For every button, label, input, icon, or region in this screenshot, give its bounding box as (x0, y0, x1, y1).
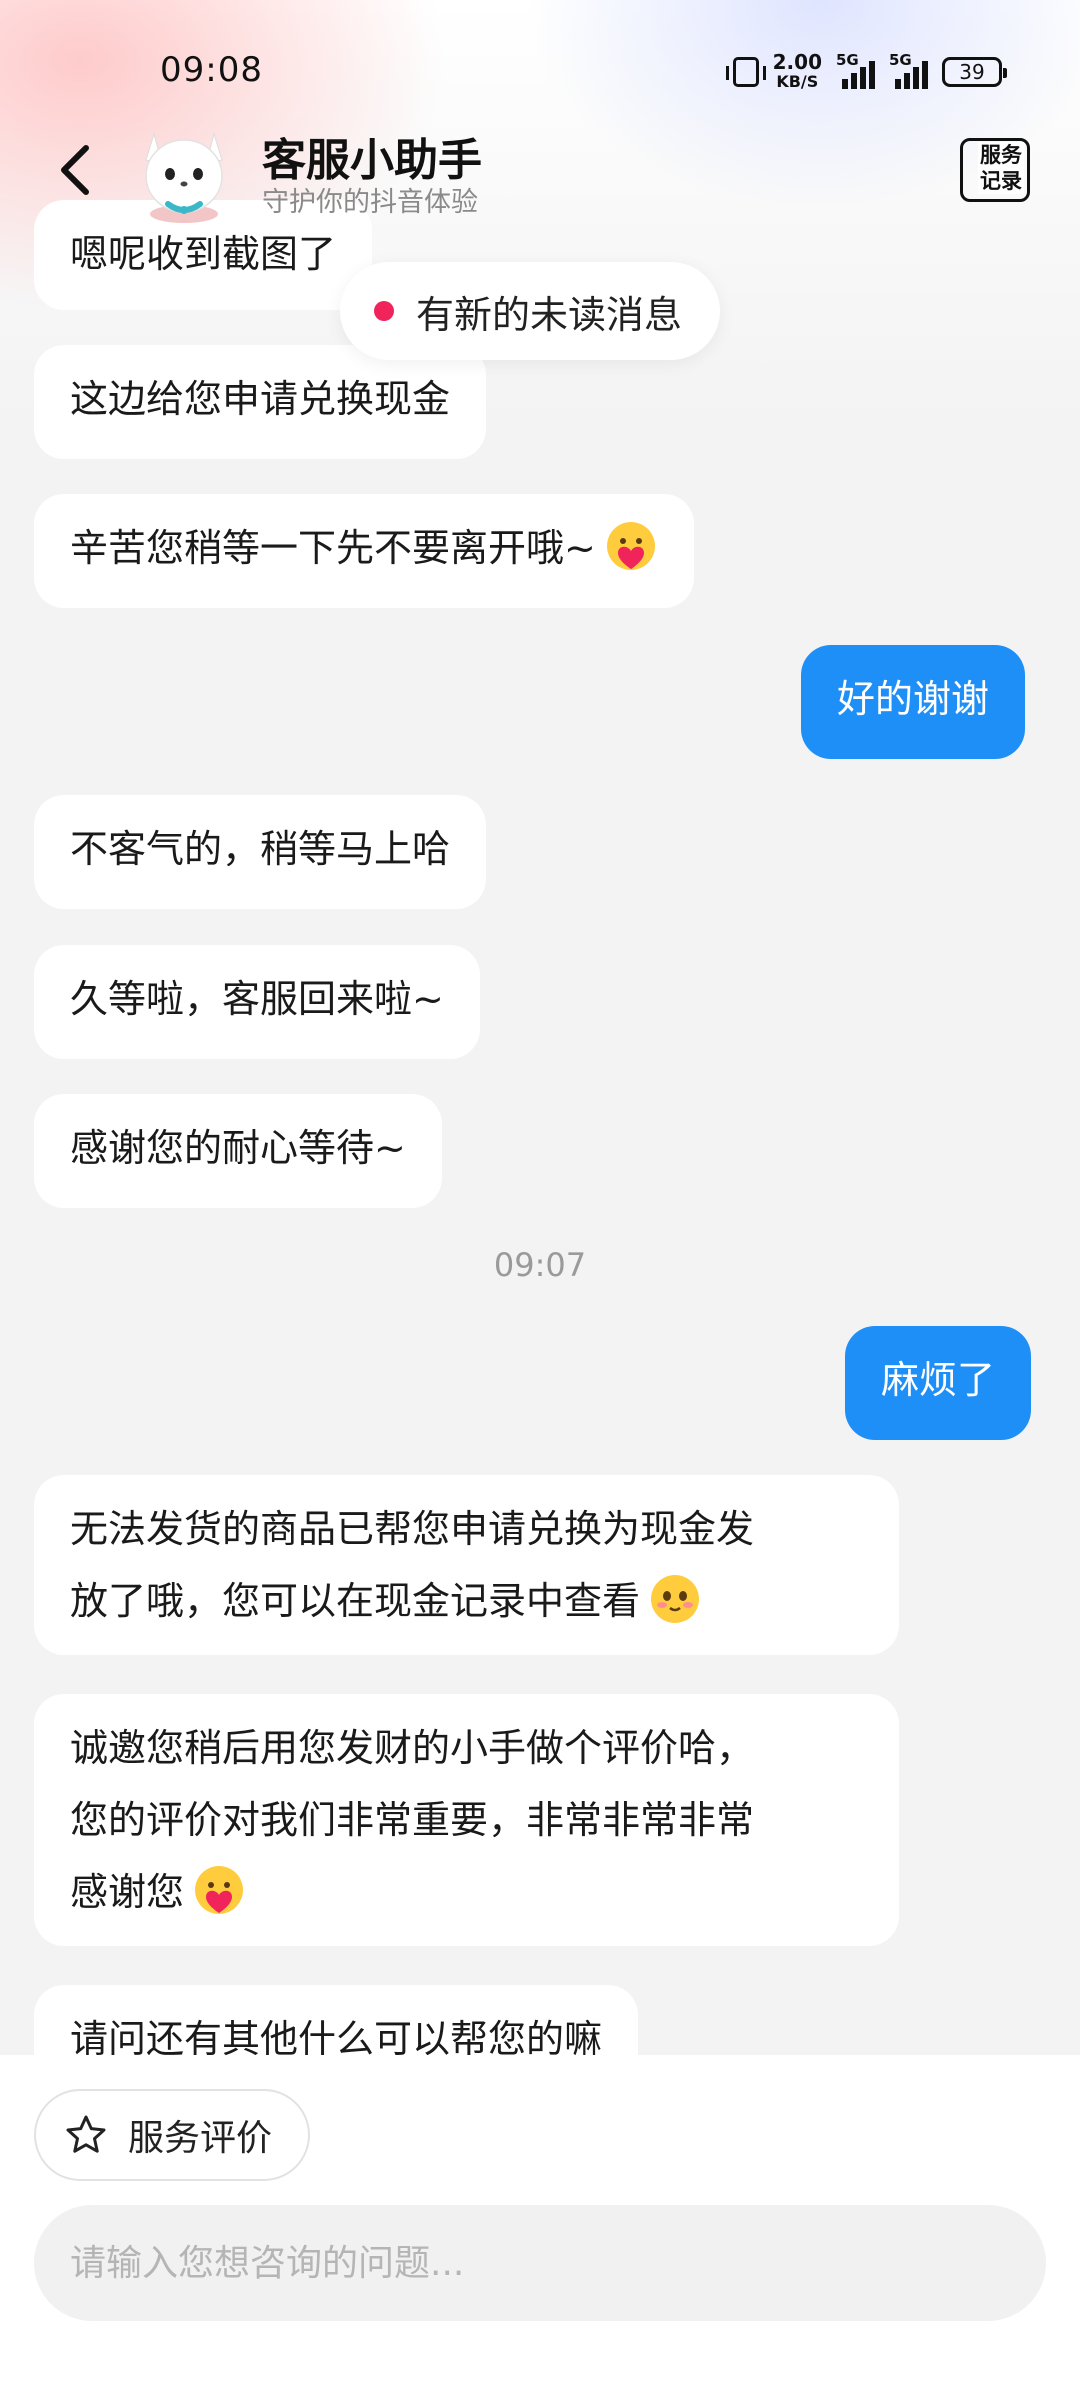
message-text-line: 诚邀您稍后用您发财的小手做个评价哈， (70, 1726, 755, 1770)
message-bubble-received[interactable]: 辛苦您稍等一下先不要离开哦~ (34, 494, 694, 608)
assistant-avatar[interactable] (132, 116, 236, 224)
message-text-line: 感谢您 (70, 1870, 185, 1914)
message-text: 这边给您申请兑换现金 (70, 377, 451, 421)
back-arrow-icon[interactable] (48, 140, 108, 200)
message-text-line: 放了哦，您可以在现金记录中查看 (70, 1579, 641, 1623)
chat-subtitle: 守护你的抖音体验 (262, 187, 478, 218)
network-speed: 2.00 KB/S (773, 52, 822, 92)
shy-face-emoji-icon (651, 1575, 700, 1623)
message-input[interactable] (34, 2205, 1046, 2321)
message-bubble-received[interactable]: 感谢您的耐心等待~ (34, 1094, 442, 1208)
message-text: 嗯呢收到截图了 (70, 232, 337, 276)
status-time: 09:08 (160, 50, 263, 90)
message-bubble-sent[interactable]: 麻烦了 (845, 1326, 1032, 1440)
service-record-label: 服务 记录 (978, 142, 1024, 194)
signal-5g-icon-2: 5G (889, 51, 928, 89)
star-icon (66, 2115, 106, 2153)
service-rating-label: 服务评价 (128, 2118, 273, 2159)
message-timestamp: 09:07 (493, 1246, 587, 1284)
heart-hug-emoji-icon (606, 522, 655, 570)
message-text: 久等啦，客服回来啦~ (70, 977, 444, 1021)
signal-5g-icon: 5G (836, 51, 875, 89)
status-bar: 09:08 2.00 KB/S 5G 5G 39 (0, 0, 1080, 110)
message-text: 请问还有其他什么可以帮您的嘛 (70, 2017, 603, 2055)
message-bubble-sent[interactable]: 好的谢谢 (801, 645, 1026, 759)
heart-hug-emoji-icon (195, 1866, 244, 1914)
vibrate-icon (725, 57, 766, 87)
message-bubble-received[interactable]: 久等啦，客服回来啦~ (34, 945, 480, 1059)
signal-5g-label-2: 5G (889, 51, 912, 69)
unread-messages-label: 有新的未读消息 (416, 292, 683, 337)
service-record-button[interactable]: 服务 记录 (960, 138, 1034, 204)
service-record-label-line2: 记录 (980, 169, 1022, 193)
message-bubble-received[interactable]: 诚邀您稍后用您发财的小手做个评价哈， 您的评价对我们非常重要，非常非常非常 感谢… (34, 1694, 899, 1946)
message-text-line: 您的评价对我们非常重要，非常非常非常 (70, 1798, 755, 1842)
message-bubble-received[interactable]: 这边给您申请兑换现金 (34, 345, 487, 459)
battery-level: 39 (959, 60, 985, 84)
service-record-label-line1: 服务 (980, 143, 1022, 167)
chat-header: 客服小助手 守护你的抖音体验 服务 记录 (0, 110, 1080, 230)
bottom-input-area: 服务评价 (0, 2055, 1080, 2400)
network-speed-unit: KB/S (776, 72, 819, 91)
service-rating-button[interactable]: 服务评价 (34, 2089, 311, 2181)
message-text: 麻烦了 (881, 1358, 996, 1402)
message-text: 好的谢谢 (837, 677, 990, 721)
status-icons: 2.00 KB/S 5G 5G 39 (725, 51, 1007, 92)
network-speed-value: 2.00 (772, 50, 822, 74)
message-bubble-received[interactable]: 不客气的，稍等马上哈 (34, 795, 487, 909)
signal-5g-label: 5G (836, 51, 859, 69)
unread-dot-icon (374, 301, 394, 321)
message-text-line: 无法发货的商品已帮您申请兑换为现金发 (70, 1507, 755, 1551)
battery-icon: 39 (942, 57, 1007, 87)
message-text: 感谢您的耐心等待~ (70, 1126, 406, 1170)
message-text: 辛苦您稍等一下先不要离开哦~ (70, 526, 596, 570)
message-bubble-received[interactable]: 请问还有其他什么可以帮您的嘛 (34, 1985, 639, 2055)
message-text: 不客气的，稍等马上哈 (70, 827, 451, 871)
unread-messages-banner[interactable]: 有新的未读消息 (340, 262, 721, 360)
message-bubble-received[interactable]: 无法发货的商品已帮您申请兑换为现金发 放了哦，您可以在现金记录中查看 (34, 1475, 899, 1655)
chat-title: 客服小助手 (262, 135, 482, 186)
